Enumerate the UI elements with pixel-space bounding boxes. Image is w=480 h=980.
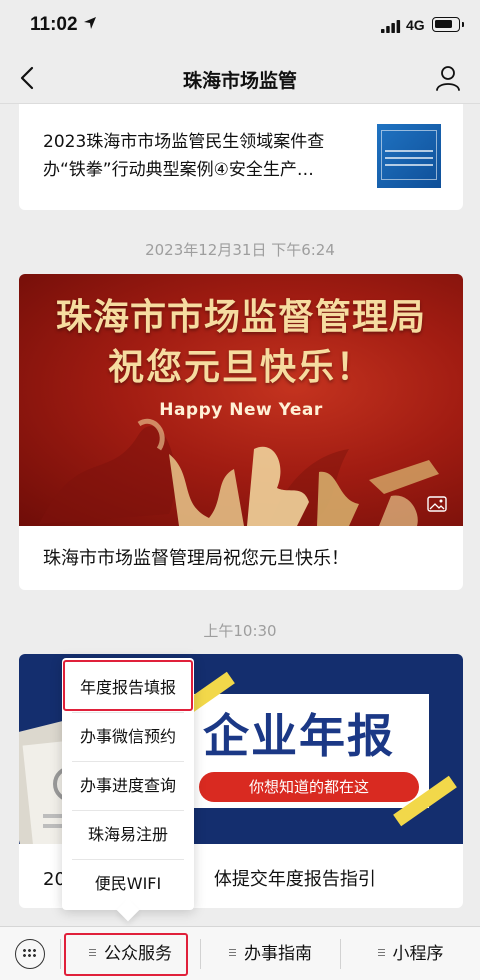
article-banner-image: 珠海市市场监督管理局 祝您元旦快乐！ Happy New Year	[19, 274, 463, 526]
nav-bar: 珠海市场监管	[0, 52, 480, 104]
banner-headline: 珠海市市场监督管理局	[55, 296, 426, 338]
menu-item-wechat-appointment[interactable]: 办事微信预约	[62, 713, 194, 761]
menu-label: 公众服务	[104, 944, 172, 964]
page-title: 珠海市场监管	[182, 70, 297, 92]
image-icon	[427, 496, 447, 512]
article-title: 2023珠海市市场监管民生领域案件查办“铁拳”行动典型案例④安全生产…	[43, 132, 325, 180]
article-card[interactable]: 珠海市市场监督管理局 祝您元旦快乐！ Happy New Year 珠海市市场监…	[19, 274, 463, 590]
article-thumbnail	[377, 124, 441, 188]
status-bar: 11:02 4G	[0, 0, 480, 52]
network-type: 4G	[406, 17, 425, 33]
menu-item-easy-registration[interactable]: 珠海易注册	[62, 811, 194, 859]
banner-greeting: 祝您元旦快乐！	[107, 346, 374, 388]
menu-label: 办事指南	[244, 944, 312, 964]
message-timestamp: 上午10:30	[203, 622, 277, 640]
bottom-menu-bar: 公众服务 办事指南 小程序	[0, 926, 480, 980]
menu-item-public-wifi[interactable]: 便民WIFI	[62, 860, 194, 908]
signal-icon	[381, 20, 401, 33]
submenu-popup: 年度报告填报 办事微信预约 办事进度查询 珠海易注册 便民WIFI	[62, 658, 194, 910]
menu-public-services[interactable]: 公众服务	[61, 927, 200, 980]
menu-item-annual-report[interactable]: 年度报告填报	[62, 664, 194, 712]
article-card[interactable]: 2023珠海市市场监管民生领域案件查办“铁拳”行动典型案例④安全生产…	[19, 104, 463, 210]
banner-headline: 企业年报	[203, 709, 395, 763]
battery-icon	[432, 17, 464, 32]
menu-lines-icon	[229, 948, 236, 956]
keyboard-toggle-icon[interactable]	[15, 939, 45, 969]
location-arrow-icon	[84, 17, 96, 29]
banner-subtitle: Happy New Year	[159, 400, 323, 420]
menu-service-guide[interactable]: 办事指南	[201, 927, 340, 980]
article-title: 珠海市市场监督管理局祝您元旦快乐！	[43, 548, 349, 569]
banner-ribbon: 你想知道的都在这	[199, 772, 419, 802]
profile-icon[interactable]	[434, 64, 462, 92]
menu-label: 小程序	[392, 944, 444, 964]
status-time: 11:02	[30, 14, 78, 35]
menu-lines-icon	[89, 948, 96, 956]
menu-item-progress-query[interactable]: 办事进度查询	[62, 762, 194, 810]
message-timestamp: 2023年12月31日 下午6:24	[145, 241, 335, 259]
article-title-end: 体提交年度报告指引	[213, 869, 376, 890]
menu-lines-icon	[377, 948, 385, 956]
menu-mini-programs[interactable]: 小程序	[341, 927, 480, 980]
